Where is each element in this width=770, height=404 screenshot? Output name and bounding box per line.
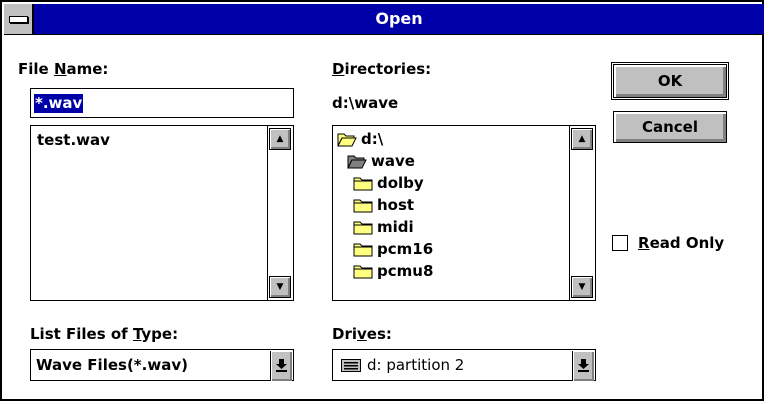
scroll-down-arrow-icon[interactable]: ▼ [571,276,593,298]
read-only-checkbox-box[interactable] [612,235,628,251]
system-menu-icon [9,16,28,23]
file-type-value: Wave Files(*.wav) [36,356,188,374]
file-list-scrollbar[interactable]: ▲ ▼ [267,126,293,300]
open-folder-icon [337,133,357,147]
ok-button[interactable]: OK [611,62,729,100]
open-folder-icon [347,155,367,169]
directory-list-scrollbar[interactable]: ▲ ▼ [569,126,595,300]
folder-icon [353,221,373,235]
dialog-title: Open [375,9,423,28]
directory-item-wave[interactable]: wave [347,152,415,170]
scroll-up-arrow-icon[interactable]: ▲ [571,128,593,150]
file-name-input[interactable]: *.wav [30,88,294,118]
file-type-dropdown-button[interactable] [270,351,292,381]
dropdown-arrow-icon [578,359,589,372]
file-name-label: File Name: [18,60,109,78]
folder-icon [353,199,373,213]
directories-label: Directories: [332,60,432,78]
drives-value: d: partition 2 [367,356,465,374]
scroll-down-arrow-icon[interactable]: ▼ [269,276,291,298]
directory-item-host[interactable]: host [353,196,414,214]
directory-list[interactable]: d:\ wave dolby host midi pcm16 pcmu8 ▲ ▼ [332,125,596,301]
folder-icon [353,265,373,279]
scroll-up-arrow-icon[interactable]: ▲ [269,128,291,150]
hard-drive-icon [341,359,361,372]
title-bar: Open [4,4,764,35]
folder-icon [353,243,373,257]
cancel-button[interactable]: Cancel [613,111,727,143]
directory-item-midi[interactable]: midi [353,218,414,236]
current-directory: d:\wave [332,94,399,112]
dropdown-arrow-icon [276,359,287,372]
directory-item-pcm16[interactable]: pcm16 [353,240,433,258]
file-list[interactable]: test.wav ▲ ▼ [30,125,294,301]
directory-item-pcmu8[interactable]: pcmu8 [353,262,433,280]
system-menu-button[interactable] [4,4,34,34]
file-type-dropdown[interactable]: Wave Files(*.wav) [30,349,294,381]
folder-icon [353,177,373,191]
file-type-label: List Files of Type: [30,325,179,343]
drives-dropdown[interactable]: d: partition 2 [332,349,596,381]
drives-label: Drives: [332,325,392,343]
file-name-value: *.wav [34,94,84,113]
read-only-label: Read Only [638,234,725,252]
directory-item-root[interactable]: d:\ [337,130,383,148]
drives-dropdown-button[interactable] [572,351,594,381]
directory-item-dolby[interactable]: dolby [353,174,424,192]
list-item-test-wav[interactable]: test.wav [37,131,110,149]
